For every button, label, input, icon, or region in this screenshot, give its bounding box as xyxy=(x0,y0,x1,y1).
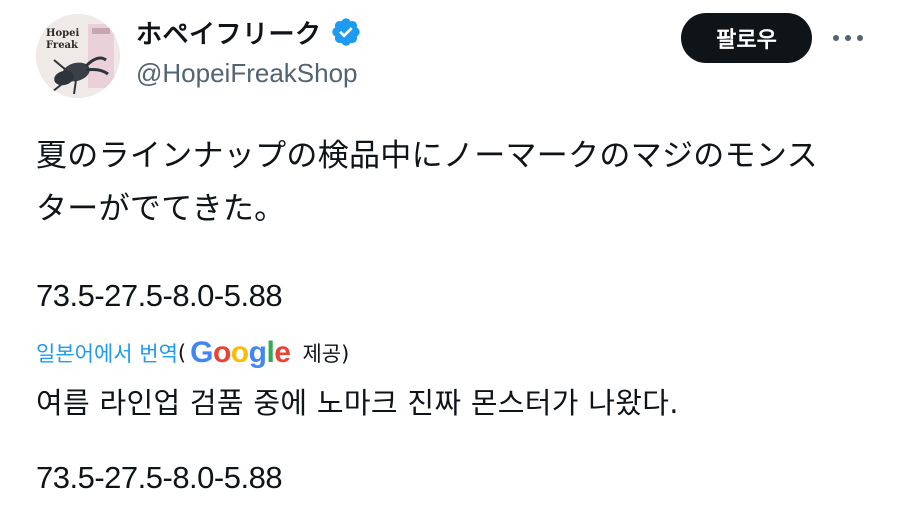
tweet-header: Hopei Freak ホペイフリーク @HopeiFreakShop 팔로우 xyxy=(0,0,900,110)
tweet-text-line-1: 夏のラインナップの検品中にノーマークのマジのモンス xyxy=(36,138,818,174)
translated-from-link[interactable]: 일본어에서 번역 xyxy=(36,338,178,368)
author-display-name[interactable]: ホペイフリーク xyxy=(136,14,322,51)
follow-button[interactable]: 팔로우 xyxy=(681,13,812,63)
translated-text: 여름 라인업 검품 중에 노마크 진짜 몬스터가 나왔다. xyxy=(36,386,679,420)
provided-label: 제공) xyxy=(302,342,350,366)
google-logo: Google xyxy=(190,336,291,369)
beetle-avatar-image: Hopei Freak xyxy=(36,14,120,98)
tweet-text: 夏のラインナップの検品中にノーマークのマジのモンス ターがでてきた。 xyxy=(36,130,876,236)
tweet-measurements: 73.5-27.5-8.0-5.88 xyxy=(36,278,283,313)
translation-attribution: 일본어에서 번역 ( Google 제공) xyxy=(36,336,349,370)
svg-text:Freak: Freak xyxy=(46,40,79,51)
more-dots-icon xyxy=(833,35,863,41)
translated-measurements: 73.5-27.5-8.0-5.88 xyxy=(36,460,283,495)
paren-open: ( xyxy=(177,341,187,365)
more-options-button[interactable] xyxy=(830,24,866,52)
svg-text:Hopei: Hopei xyxy=(46,28,79,39)
verified-badge-icon xyxy=(331,18,360,46)
avatar[interactable]: Hopei Freak xyxy=(36,14,120,98)
author-name-row: ホペイフリーク xyxy=(136,12,362,52)
tweet-text-line-2: ターがでてきた。 xyxy=(36,191,286,227)
author-handle[interactable]: @HopeiFreakShop xyxy=(136,58,358,89)
